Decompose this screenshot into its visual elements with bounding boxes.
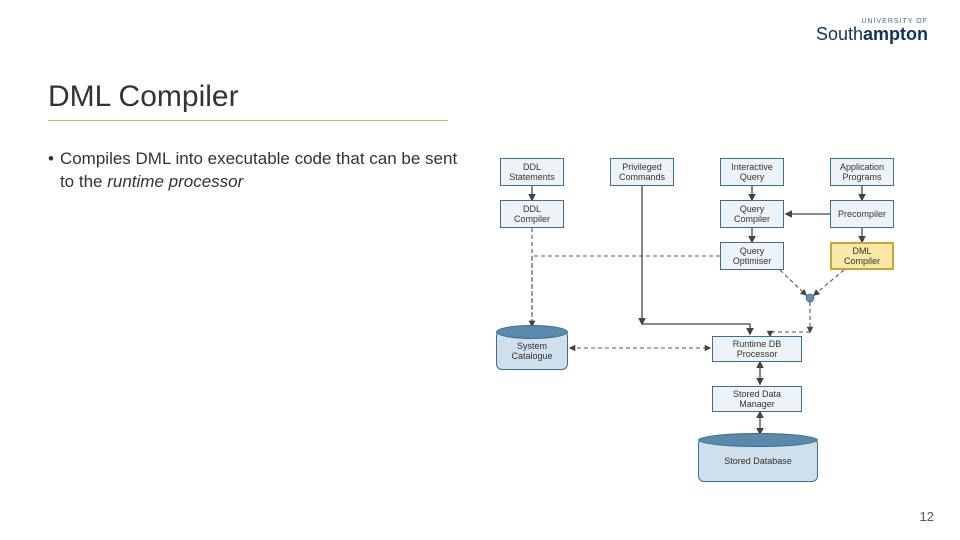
cylinder-system-catalogue: System Catalogue bbox=[496, 330, 568, 370]
cylinder-stored-database: Stored Database bbox=[698, 438, 818, 482]
box-application-programs: Application Programs bbox=[830, 158, 894, 186]
box-interactive-query: Interactive Query bbox=[720, 158, 784, 186]
box-precompiler: Precompiler bbox=[830, 200, 894, 228]
box-ddl-compiler: DDL Compiler bbox=[500, 200, 564, 228]
slide: UNIVERSITY OF Southampton DML Compiler •… bbox=[0, 0, 960, 540]
box-ddl-statements: DDL Statements bbox=[500, 158, 564, 186]
slide-title: DML Compiler bbox=[48, 80, 239, 114]
architecture-diagram: DDL Statements Privileged Commands Inter… bbox=[480, 148, 940, 518]
box-dml-compiler: DML Compiler bbox=[830, 242, 894, 270]
box-query-optimiser: Query Optimiser bbox=[720, 242, 784, 270]
title-underline bbox=[48, 120, 448, 121]
university-logo: UNIVERSITY OF Southampton bbox=[816, 18, 928, 43]
bullet-text: • Compiles DML into executable code that… bbox=[48, 148, 468, 194]
page-number: 12 bbox=[920, 509, 934, 524]
bullet-marker: • bbox=[48, 148, 54, 194]
box-runtime-db-processor: Runtime DB Processor bbox=[712, 336, 802, 362]
logo-main: Southampton bbox=[816, 25, 928, 43]
box-privileged-commands: Privileged Commands bbox=[610, 158, 674, 186]
bullet-body: Compiles DML into executable code that c… bbox=[60, 148, 468, 194]
box-query-compiler: Query Compiler bbox=[720, 200, 784, 228]
box-stored-data-manager: Stored Data Manager bbox=[712, 386, 802, 412]
